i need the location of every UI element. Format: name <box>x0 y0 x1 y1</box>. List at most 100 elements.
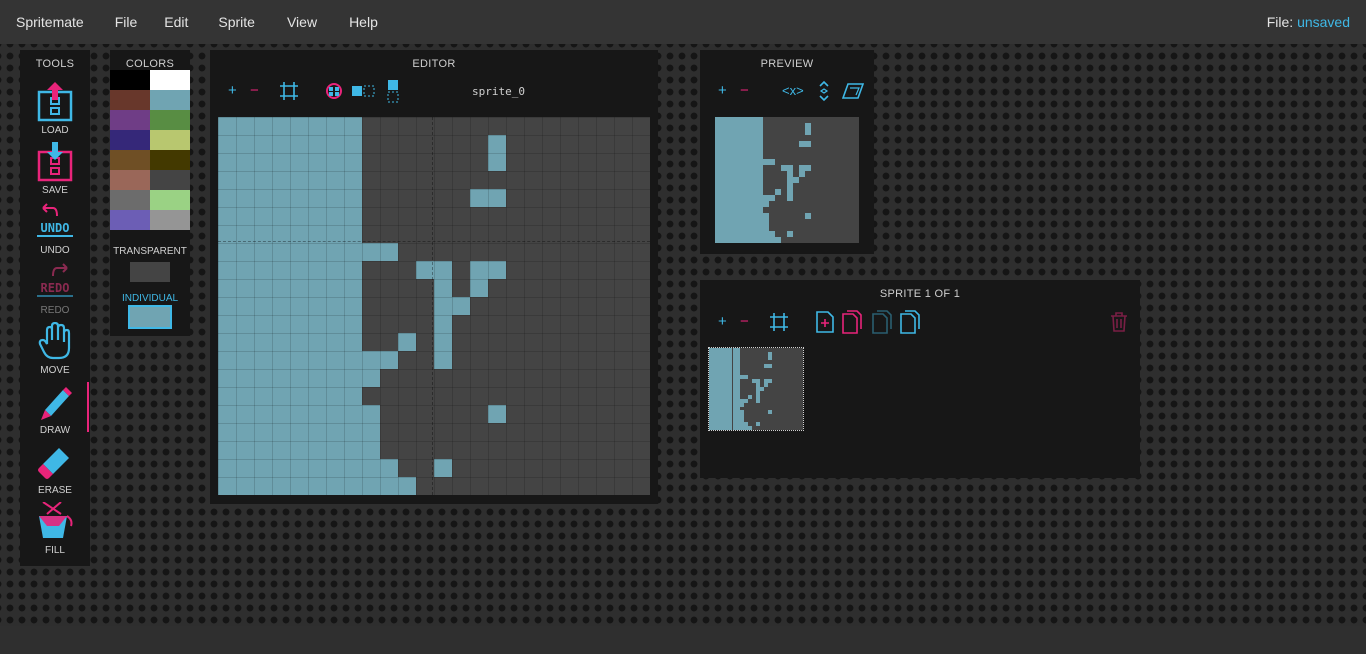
preview-canvas <box>715 117 859 243</box>
sprite-pixel <box>787 195 793 201</box>
tool-move[interactable]: MOVE <box>20 322 90 382</box>
stretch-x-button[interactable]: <x> <box>782 83 804 99</box>
zoom-in-button[interactable]: + <box>228 83 237 99</box>
color-swatch[interactable] <box>110 190 150 210</box>
tool-load[interactable]: LOAD <box>20 82 90 142</box>
paste-sprite-icon[interactable] <box>872 310 892 334</box>
preview-zoom-out-button[interactable]: − <box>740 83 749 99</box>
sprite-list-zoom-out-button[interactable]: − <box>740 314 749 330</box>
app-name: Spritemate <box>16 14 84 30</box>
color-swatch[interactable] <box>110 170 150 190</box>
expand-y-icon[interactable] <box>386 79 400 103</box>
file-status: File: unsaved <box>1267 14 1350 30</box>
color-swatch[interactable] <box>150 110 190 130</box>
sprite-pixel <box>767 379 772 384</box>
sprite-pixel <box>793 177 799 183</box>
menu-bar: Spritemate File Edit Sprite View Help Fi… <box>0 0 1366 44</box>
color-swatch[interactable] <box>150 190 190 210</box>
color-swatch[interactable] <box>150 170 190 190</box>
pencil-icon <box>41 387 72 420</box>
new-sprite-icon[interactable] <box>816 311 834 333</box>
tool-fill-label: FILL <box>44 545 65 556</box>
sprite-list-zoom-in-button[interactable]: + <box>718 314 727 330</box>
overlay-icon[interactable] <box>842 82 864 100</box>
color-swatch[interactable] <box>150 130 190 150</box>
color-swatch[interactable] <box>150 70 190 90</box>
sprite-pixel <box>767 410 772 415</box>
multicolor-toggle-icon[interactable] <box>324 81 344 101</box>
delete-sprite-icon[interactable] <box>1110 312 1128 332</box>
tool-redo[interactable]: REDO REDO <box>20 262 90 322</box>
colors-panel: COLORS TRANSPARENT INDIVIDUAL <box>110 50 190 336</box>
tool-save[interactable]: SAVE <box>20 142 90 202</box>
color-swatch[interactable] <box>110 150 150 170</box>
sprite-pixel <box>763 383 768 388</box>
sprite-pixel <box>787 231 793 237</box>
status-bar <box>0 626 1366 654</box>
sprite-pixel <box>799 171 805 177</box>
editor-canvas[interactable] <box>218 117 650 495</box>
preview-zoom-in-button[interactable]: + <box>718 83 727 99</box>
sprite-count-title: SPRITE 1 OF 1 <box>879 288 961 300</box>
sprite-pixel <box>744 375 749 380</box>
sprite-pixel <box>744 398 749 403</box>
undo-icon: UNDO <box>37 203 73 237</box>
grid-overlay <box>218 117 650 495</box>
expand-x-icon[interactable] <box>352 83 376 99</box>
sprite-thumbnail[interactable] <box>708 347 804 431</box>
sprite-grid-toggle-icon[interactable] <box>770 313 788 331</box>
tool-load-label: LOAD <box>41 125 69 136</box>
tool-erase[interactable]: ERASE <box>20 442 90 502</box>
sprite-pixel <box>748 394 753 399</box>
tool-draw[interactable]: DRAW <box>20 382 90 442</box>
tool-move-label: MOVE <box>40 365 70 376</box>
color-swatch[interactable] <box>110 90 150 110</box>
sprite-pixel <box>775 237 781 243</box>
editor-title: EDITOR <box>412 58 456 70</box>
load-icon <box>37 82 73 122</box>
individual-color-swatch[interactable] <box>128 305 172 329</box>
sprite-pixel <box>767 355 772 360</box>
grid-toggle-icon[interactable] <box>280 82 298 100</box>
duplicate-sprite-icon[interactable] <box>900 310 920 334</box>
sprite-pixel <box>740 402 745 407</box>
color-swatch[interactable] <box>150 150 190 170</box>
redo-icon: REDO <box>37 263 73 297</box>
sprite-pixel <box>775 189 781 195</box>
tool-save-label: SAVE <box>42 185 68 196</box>
color-swatch[interactable] <box>110 210 150 230</box>
menu-help[interactable]: Help <box>349 14 378 30</box>
sprite-pixel <box>805 165 811 171</box>
tools-title: TOOLS <box>35 58 75 70</box>
sprite-pixel <box>805 141 811 147</box>
hand-icon <box>38 322 71 360</box>
tool-undo[interactable]: UNDO UNDO <box>20 202 90 262</box>
color-swatch[interactable] <box>110 110 150 130</box>
sprite-pixel <box>759 387 764 391</box>
sprite-pixel <box>805 129 811 135</box>
menu-sprite[interactable]: Sprite <box>218 14 255 30</box>
stretch-y-icon[interactable] <box>818 80 830 102</box>
svg-text:UNDO: UNDO <box>41 221 70 235</box>
transparent-color-swatch[interactable] <box>130 262 170 282</box>
eraser-icon <box>38 448 69 479</box>
sprite-list-panel: SPRITE 1 OF 1 + − <box>700 280 1140 478</box>
copy-sprite-icon[interactable] <box>842 310 862 334</box>
preview-panel: PREVIEW + − <x> <box>700 50 874 254</box>
menu-edit[interactable]: Edit <box>164 14 188 30</box>
tools-panel: TOOLS LOAD SAVE UNDO UNDO REDO REDO MOVE… <box>20 50 90 566</box>
color-swatch[interactable] <box>150 90 190 110</box>
color-swatch[interactable] <box>150 210 190 230</box>
sprite-pixel <box>767 363 772 368</box>
menu-file[interactable]: File <box>115 14 138 30</box>
center-guide-vertical <box>432 117 433 495</box>
tool-fill[interactable]: FILL <box>20 502 90 562</box>
zoom-out-button[interactable]: − <box>250 83 259 99</box>
tool-undo-label: UNDO <box>40 245 70 256</box>
color-swatch[interactable] <box>110 70 150 90</box>
menu-view[interactable]: View <box>287 14 317 30</box>
file-status-label: File: <box>1266 14 1294 30</box>
sprite-pixel <box>756 398 760 403</box>
file-status-value: unsaved <box>1297 14 1350 30</box>
color-swatch[interactable] <box>110 130 150 150</box>
